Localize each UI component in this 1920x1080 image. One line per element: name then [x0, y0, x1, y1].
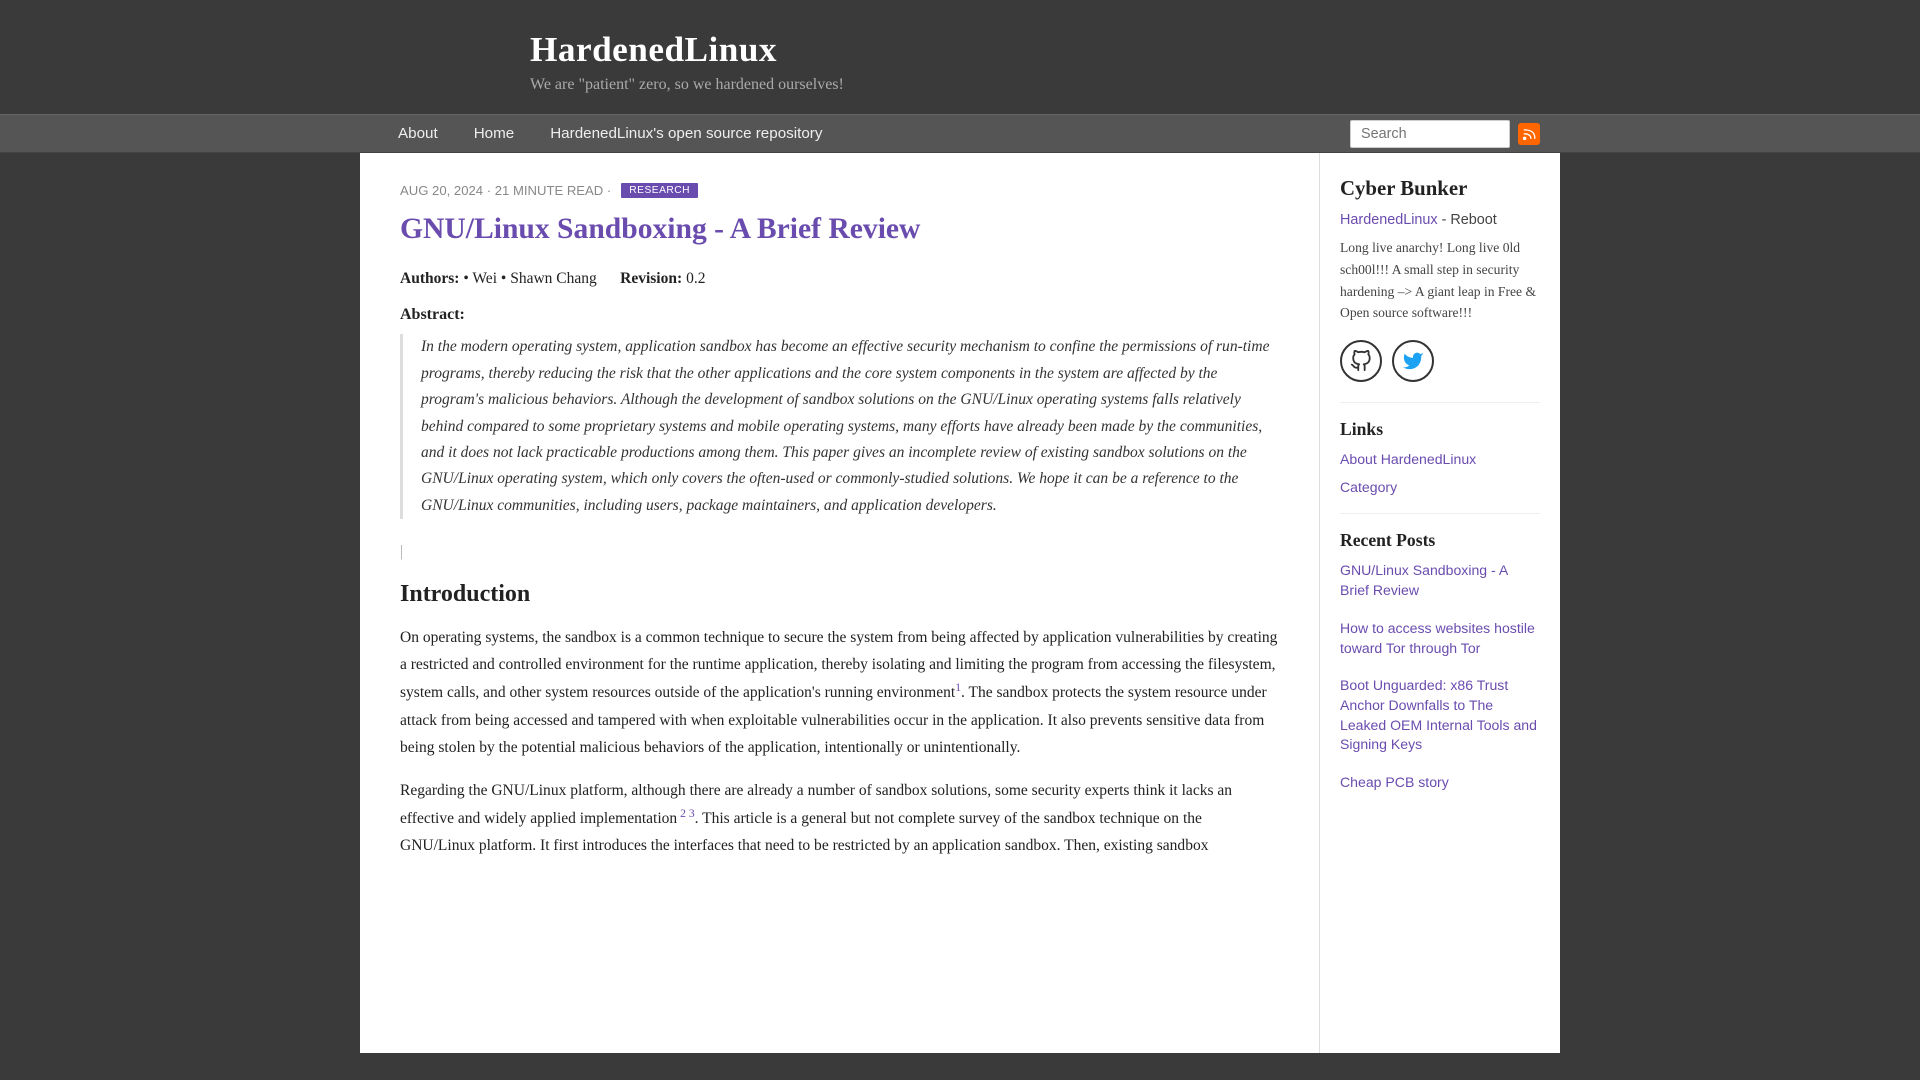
hardenedlinux-reboot: HardenedLinux - Reboot — [1340, 211, 1540, 229]
revision-value: 0.2 — [686, 270, 705, 287]
nav-link-home[interactable]: Home — [456, 115, 533, 152]
rss-icon-container[interactable] — [1518, 123, 1540, 145]
recent-post-3[interactable]: Boot Unguarded: x86 Trust Anchor Downfal… — [1340, 676, 1540, 755]
site-title: HardenedLinux — [530, 30, 1390, 70]
ref-23: 2 3 — [677, 807, 694, 820]
section-divider: | — [400, 543, 1279, 561]
cyber-bunker-title: Cyber Bunker — [1340, 177, 1540, 201]
sidebar: Cyber Bunker HardenedLinux - Reboot Long… — [1320, 153, 1560, 1053]
authors-label: Authors: — [400, 270, 459, 287]
hardenedlinux-sidebar-link[interactable]: HardenedLinux — [1340, 212, 1438, 228]
recent-post-4[interactable]: Cheap PCB story — [1340, 773, 1540, 793]
recent-post-1[interactable]: GNU/Linux Sandboxing - A Brief Review — [1340, 561, 1540, 600]
twitter-icon[interactable] — [1392, 340, 1434, 382]
recent-post-2[interactable]: How to access websites hostile toward To… — [1340, 619, 1540, 658]
sidebar-link-category[interactable]: Category — [1340, 478, 1540, 498]
sidebar-divider-1 — [1340, 402, 1540, 403]
recent-posts-title: Recent Posts — [1340, 530, 1540, 551]
links-section-title: Links — [1340, 419, 1540, 440]
article-date-read: AUG 20, 2024 · 21 MINUTE READ · — [400, 183, 611, 198]
nav-links: About Home HardenedLinux's open source r… — [380, 115, 840, 152]
sidebar-link-about[interactable]: About HardenedLinux — [1340, 450, 1540, 470]
article-tag-badge: RESEARCH — [621, 183, 698, 198]
rss-svg — [1522, 127, 1536, 141]
abstract-text: In the modern operating system, applicat… — [421, 338, 1269, 513]
site-tagline: We are "patient" zero, so we hardened ou… — [530, 76, 1390, 94]
reboot-suffix: - Reboot — [1438, 212, 1497, 228]
cyber-bunker-desc: Long live anarchy! Long live 0ld sch00l!… — [1340, 237, 1540, 324]
intro-paragraph-2: Regarding the GNU/Linux platform, althou… — [400, 777, 1279, 860]
abstract-block: In the modern operating system, applicat… — [400, 334, 1279, 519]
article-meta: AUG 20, 2024 · 21 MINUTE READ · RESEARCH — [400, 183, 1279, 198]
sidebar-divider-2 — [1340, 513, 1540, 514]
main-content: AUG 20, 2024 · 21 MINUTE READ · RESEARCH… — [360, 153, 1320, 1053]
rss-icon[interactable] — [1518, 123, 1540, 145]
article-title: GNU/Linux Sandboxing - A Brief Review — [400, 210, 1279, 248]
nav-bar: About Home HardenedLinux's open source r… — [0, 114, 1920, 153]
github-icon[interactable] — [1340, 340, 1382, 382]
nav-search-area — [1350, 120, 1540, 148]
nav-link-repo[interactable]: HardenedLinux's open source repository — [532, 115, 840, 152]
revision-label: Revision: — [620, 270, 682, 287]
article-authors: Authors: • Wei • Shawn Chang Revision: 0… — [400, 270, 1279, 288]
authors-names: • Wei • Shawn Chang — [463, 270, 596, 287]
intro-heading: Introduction — [400, 581, 1279, 608]
abstract-label: Abstract: — [400, 306, 1279, 324]
search-input[interactable] — [1350, 120, 1510, 148]
recent-posts-list: GNU/Linux Sandboxing - A Brief Review Ho… — [1340, 561, 1540, 800]
nav-link-about[interactable]: About — [380, 115, 456, 152]
intro-paragraph-1: On operating systems, the sandbox is a c… — [400, 624, 1279, 761]
social-icons — [1340, 340, 1540, 382]
